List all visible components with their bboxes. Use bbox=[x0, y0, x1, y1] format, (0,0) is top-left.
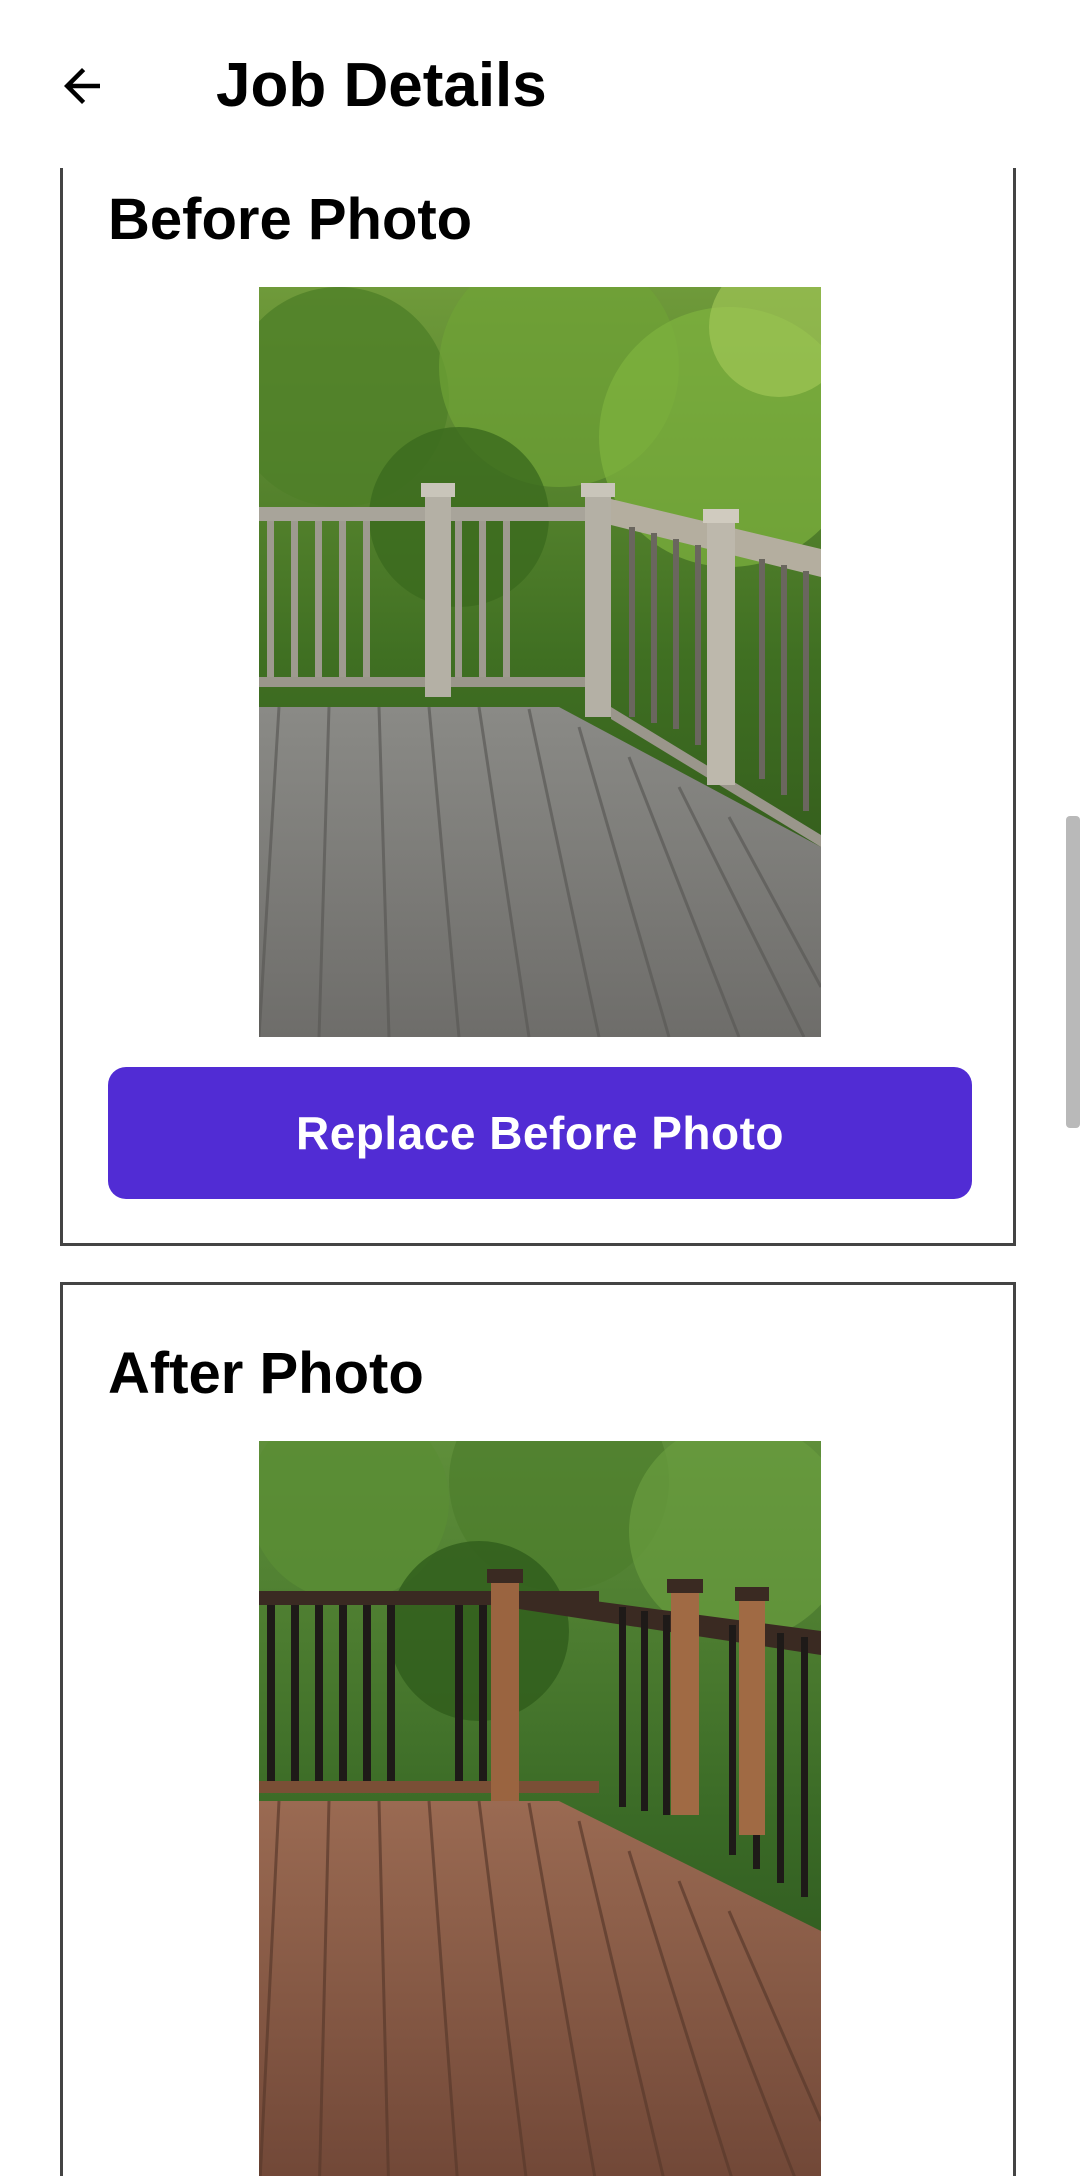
page-title: Job Details bbox=[216, 51, 547, 120]
before-photo-image bbox=[259, 287, 821, 1037]
job-details-screen: Before Photo Replace Before Photo After … bbox=[0, 0, 1080, 2176]
stained-deck-photo bbox=[259, 1441, 821, 2176]
after-photo-image bbox=[259, 1441, 821, 2176]
app-bar: Job Details bbox=[0, 0, 1080, 168]
replace-before-photo-button[interactable]: Replace Before Photo bbox=[108, 1067, 972, 1199]
scroll-content[interactable]: Before Photo Replace Before Photo After … bbox=[0, 0, 1080, 2176]
before-photo-card: Before Photo Replace Before Photo bbox=[60, 100, 1016, 1246]
after-photo-card: After Photo bbox=[60, 1282, 1016, 2176]
weathered-deck-photo bbox=[259, 287, 821, 1037]
after-photo-title: After Photo bbox=[108, 1341, 424, 1406]
back-button[interactable] bbox=[40, 44, 124, 128]
arrow-left-icon bbox=[64, 68, 100, 104]
before-photo-title: Before Photo bbox=[108, 187, 473, 252]
scrollbar-thumb[interactable] bbox=[1066, 816, 1080, 1128]
